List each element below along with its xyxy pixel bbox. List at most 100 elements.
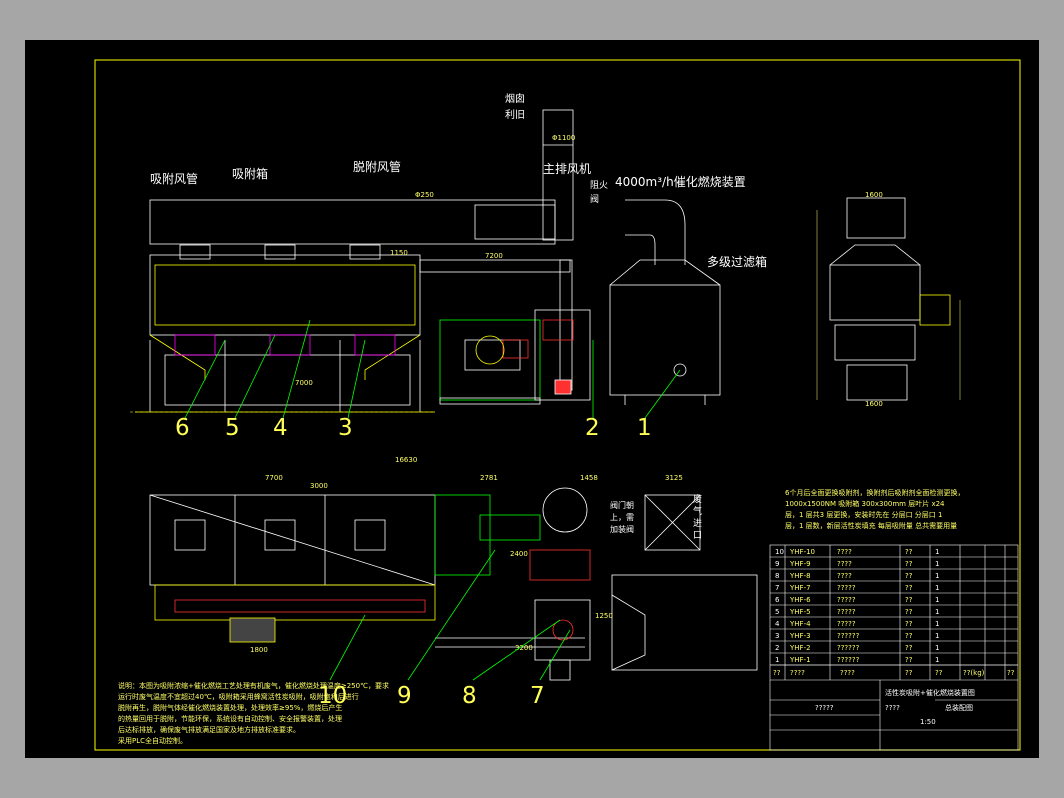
drawing-sheet: 10 YHF-10?????? 1 9 YHF-9?????? 1 8 YHF-8??????… <box>25 40 1039 758</box>
table-cell-qty: ?? <box>905 632 913 640</box>
table-cell-name: ????? <box>837 584 856 592</box>
th-name: ???? <box>840 669 855 677</box>
table-cell-name: ?????? <box>837 644 860 652</box>
spec-note-3: 层，1 层共3 层更换，安装时先在 分层口 分层口 1 <box>785 510 943 519</box>
dim-7200: 7200 <box>485 252 503 260</box>
th-qty: ?? <box>905 669 913 677</box>
title-scale: 1:50 <box>920 718 936 726</box>
table-cell-name: ????? <box>837 608 856 616</box>
callout-1: 1 <box>637 415 652 441</box>
dim-1458: 1458 <box>580 474 598 482</box>
table-cell-qty: ?? <box>905 656 913 664</box>
desorb-duct-label: 脱附风管 <box>353 159 401 174</box>
table-cell-qty: ?? <box>905 596 913 604</box>
dim-2781: 2781 <box>480 474 498 482</box>
th-code: ???? <box>790 669 805 677</box>
table-cell-n: 1 <box>935 632 939 640</box>
adsorb-duct-label: 吸附风管 <box>150 171 198 186</box>
callout-7: 7 <box>530 683 545 709</box>
dim-250: Φ250 <box>415 191 434 199</box>
table-cell-code: YHF-10 <box>789 548 815 556</box>
table-cell-n: 1 <box>935 560 939 568</box>
table-cell-qty: ?? <box>905 620 913 628</box>
table-cell-n: 1 <box>935 620 939 628</box>
table-cell-n: 1 <box>935 656 939 664</box>
filter-box-label: 多级过滤箱 <box>707 254 767 269</box>
dim-3125: 3125 <box>665 474 683 482</box>
process-note-2: 运行时废气温度不宜超过40℃，吸附箱采用蜂窝活性炭吸附，吸附饱和后进行 <box>118 692 359 701</box>
table-cell-no: 9 <box>775 560 779 568</box>
dim-1600-side: 1600 <box>865 191 883 199</box>
valve-note-2: 上，需 <box>610 513 634 522</box>
table-cell-qty: ?? <box>905 560 913 568</box>
side-view <box>816 197 961 401</box>
callout-3: 3 <box>338 415 353 441</box>
table-cell-code: YHF-7 <box>789 584 811 592</box>
title-sub: 总装配图 <box>945 703 973 712</box>
th-mat: ?? <box>935 669 943 677</box>
adsorb-box-label: 吸附箱 <box>232 166 268 181</box>
table-cell-n: 1 <box>935 644 939 652</box>
table-cell-n: 1 <box>935 572 939 580</box>
main-fan <box>439 319 541 401</box>
adsorption-boxes <box>149 254 421 336</box>
dim-1250: 1250 <box>595 612 613 620</box>
adsorption-duct <box>149 199 556 245</box>
table-cell-name: ?????? <box>837 656 860 664</box>
valve-note-1: 阀门朝 <box>610 500 634 510</box>
catalytic-label: 4000m³/h催化燃烧装置 <box>615 174 746 189</box>
table-cell-no: 5 <box>775 608 779 616</box>
table-cell-code: YHF-6 <box>789 596 811 604</box>
dim-1600-bottom: 1600 <box>865 400 883 408</box>
table-cell-n: 1 <box>935 608 939 616</box>
dim-2400: 2400 <box>510 550 528 558</box>
cad-drawing: 10 YHF-10?????? 1 9 YHF-9?????? 1 8 YHF-8??????… <box>94 59 1021 751</box>
th-no: ?? <box>773 669 781 677</box>
process-note-4: 的热量回用于脱附，节能环保，系统设有自动控制、安全报警装置，处理 <box>118 714 342 723</box>
table-cell-qty: ?? <box>905 608 913 616</box>
dim-16630: 16630 <box>395 456 417 464</box>
callout-6: 6 <box>175 415 190 441</box>
flame-arrestor-label: 阻火 <box>590 180 608 191</box>
dim-7000: 7000 <box>295 379 313 387</box>
dim-1150: 1150 <box>390 249 408 257</box>
spec-note-4: 层，1 层数，新层活性炭填充 每层吸附量 总共需要用量 <box>785 521 957 530</box>
callout-5: 5 <box>225 415 240 441</box>
table-cell-name: ???? <box>837 560 852 568</box>
elevation-view <box>135 109 721 413</box>
table-cell-n: 1 <box>935 548 939 556</box>
table-cell-no: 2 <box>775 644 779 652</box>
flame-arrestor-label-2: 阀 <box>590 194 599 205</box>
dim-3000: 3000 <box>310 482 328 490</box>
title-main: 活性炭吸附+催化燃烧装置图 <box>885 688 975 697</box>
th-remark: ?? <box>1007 669 1015 677</box>
callouts-top: 6 5 4 3 2 1 <box>175 415 652 441</box>
chimney-label-2: 利旧 <box>505 109 525 121</box>
title-code: ???? <box>885 704 900 712</box>
side-duct <box>846 197 906 239</box>
spec-note-2: 1000x1500NM 吸附箱 300x300mm 层叶片 x24 <box>785 499 945 508</box>
table-header: ?? ???? ???? ?? ?? ??(kg) ?? <box>773 669 1015 677</box>
table-cell-no: 3 <box>775 632 779 640</box>
title-ccc: ????? <box>815 704 834 712</box>
process-note-6: 采用PLC全自动控制。 <box>118 736 187 745</box>
table-cell-qty: ?? <box>905 572 913 580</box>
table-cell-no: 1 <box>775 656 779 664</box>
table-cell-no: 4 <box>775 620 780 628</box>
spec-notes: 6个月后全面更换吸附剂，换附剂后吸附剂全面检测更换， 1000x1500NM 吸… <box>785 488 964 530</box>
table-cell-code: YHF-2 <box>789 644 811 652</box>
process-note-3: 脱附再生，脱附气体经催化燃烧装置处理，处理效率≥95%，燃烧后产生 <box>118 703 342 712</box>
table-cell-n: 1 <box>935 596 939 604</box>
table-cell-no: 10 <box>775 548 784 556</box>
table-cell-name: ???? <box>837 548 852 556</box>
process-notes: 说明：本图为吸附浓缩+催化燃烧工艺处理有机废气，催化燃烧处理温度≥250℃，要求… <box>118 681 389 745</box>
table-cell-code: YHF-5 <box>789 608 811 616</box>
inlet-label-4: 口 <box>693 531 702 541</box>
table-cell-code: YHF-3 <box>789 632 811 640</box>
callout-2: 2 <box>585 415 600 441</box>
spec-note-1: 6个月后全面更换吸附剂，换附剂后吸附剂全面检测更换， <box>785 488 964 497</box>
table-cell-qty: ?? <box>905 548 913 556</box>
filter-box <box>609 284 721 396</box>
process-note-1: 说明：本图为吸附浓缩+催化燃烧工艺处理有机废气，催化燃烧处理温度≥250℃，要求 <box>118 681 389 690</box>
plan-filter-box <box>611 574 758 671</box>
